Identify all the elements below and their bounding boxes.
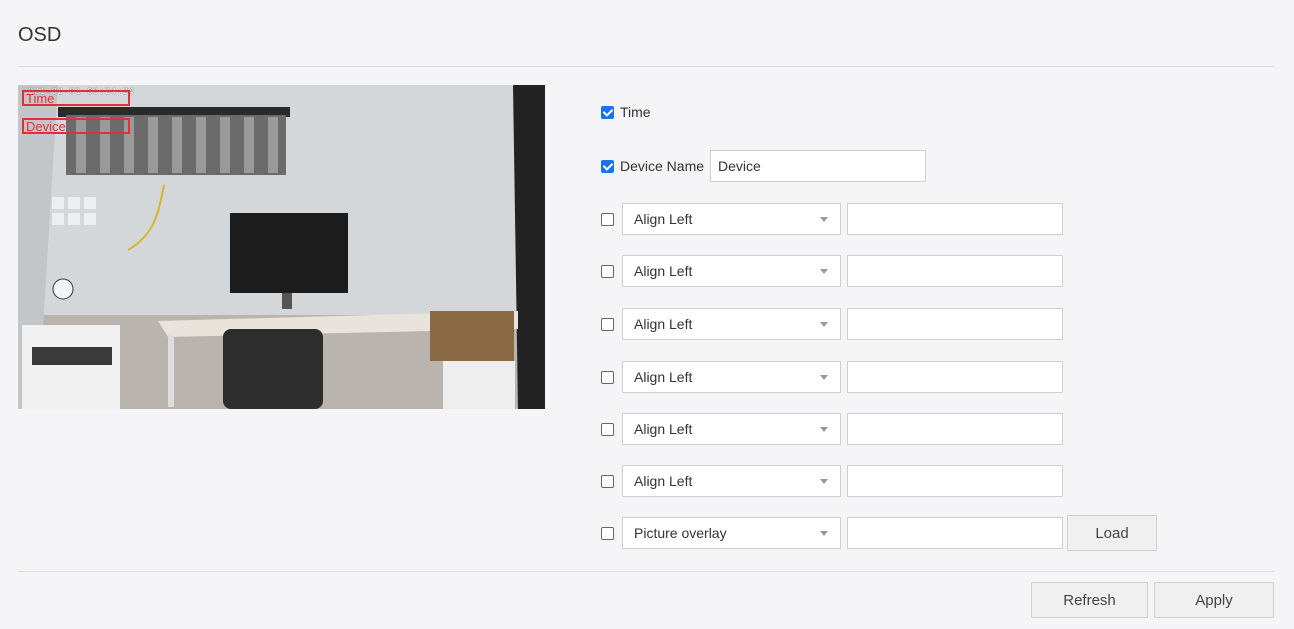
osd-device-region[interactable]: Device	[22, 118, 130, 134]
custom-osd-input[interactable]	[847, 465, 1063, 497]
overlay-type-value: Picture overlay	[634, 525, 727, 541]
footer-divider	[18, 571, 1274, 572]
time-checkbox[interactable]	[601, 105, 614, 119]
align-select-value: Align Left	[634, 369, 693, 385]
overlay-file-input[interactable]	[847, 517, 1063, 549]
align-select[interactable]: Align Left	[622, 361, 841, 393]
custom-osd-checkbox[interactable]	[601, 264, 614, 278]
custom-osd-row: Align Left	[601, 203, 1063, 235]
chevron-down-icon	[820, 322, 828, 327]
chevron-down-icon	[820, 375, 828, 380]
custom-osd-input[interactable]	[847, 413, 1063, 445]
align-select-value: Align Left	[634, 263, 693, 279]
align-select[interactable]: Align Left	[622, 203, 841, 235]
page-title: OSD	[18, 24, 62, 46]
custom-osd-row: Align Left	[601, 361, 1063, 393]
custom-osd-checkbox[interactable]	[601, 474, 614, 488]
align-select-value: Align Left	[634, 316, 693, 332]
apply-button[interactable]: Apply	[1154, 582, 1274, 618]
osd-time-region[interactable]: Time	[22, 90, 130, 106]
time-label: Time	[620, 104, 651, 120]
custom-osd-row: Align Left	[601, 413, 1063, 445]
refresh-button[interactable]: Refresh	[1031, 582, 1148, 618]
header-divider	[18, 66, 1274, 67]
device-name-checkbox[interactable]	[601, 159, 614, 173]
custom-osd-input[interactable]	[847, 308, 1063, 340]
custom-osd-checkbox[interactable]	[601, 212, 614, 226]
chevron-down-icon	[820, 217, 828, 222]
load-button[interactable]: Load	[1067, 515, 1157, 551]
align-select-value: Align Left	[634, 473, 693, 489]
device-name-label: Device Name	[620, 158, 705, 174]
chevron-down-icon	[820, 269, 828, 274]
video-preview[interactable]: 2021-02-01 03:24:24 Time Device	[18, 85, 545, 409]
overlay-type-select[interactable]: Picture overlay	[622, 517, 841, 549]
align-select[interactable]: Align Left	[622, 413, 841, 445]
chevron-down-icon	[820, 479, 828, 484]
custom-osd-input[interactable]	[847, 361, 1063, 393]
align-select[interactable]: Align Left	[622, 308, 841, 340]
custom-osd-row: Align Left	[601, 308, 1063, 340]
time-row: Time	[601, 104, 651, 120]
custom-osd-checkbox[interactable]	[601, 370, 614, 384]
chevron-down-icon	[820, 427, 828, 432]
align-select-value: Align Left	[634, 211, 693, 227]
chevron-down-icon	[820, 531, 828, 536]
align-select[interactable]: Align Left	[622, 465, 841, 497]
device-name-row: Device Name	[601, 150, 927, 182]
custom-osd-row: Align Left	[601, 255, 1063, 287]
custom-osd-checkbox[interactable]	[601, 317, 614, 331]
picture-overlay-checkbox[interactable]	[601, 526, 614, 540]
picture-overlay-row: Picture overlay	[601, 517, 1063, 549]
custom-osd-checkbox[interactable]	[601, 422, 614, 436]
align-select[interactable]: Align Left	[622, 255, 841, 287]
custom-osd-row: Align Left	[601, 465, 1063, 497]
align-select-value: Align Left	[634, 421, 693, 437]
device-name-input[interactable]	[710, 150, 927, 182]
custom-osd-input[interactable]	[847, 203, 1063, 235]
custom-osd-input[interactable]	[847, 255, 1063, 287]
